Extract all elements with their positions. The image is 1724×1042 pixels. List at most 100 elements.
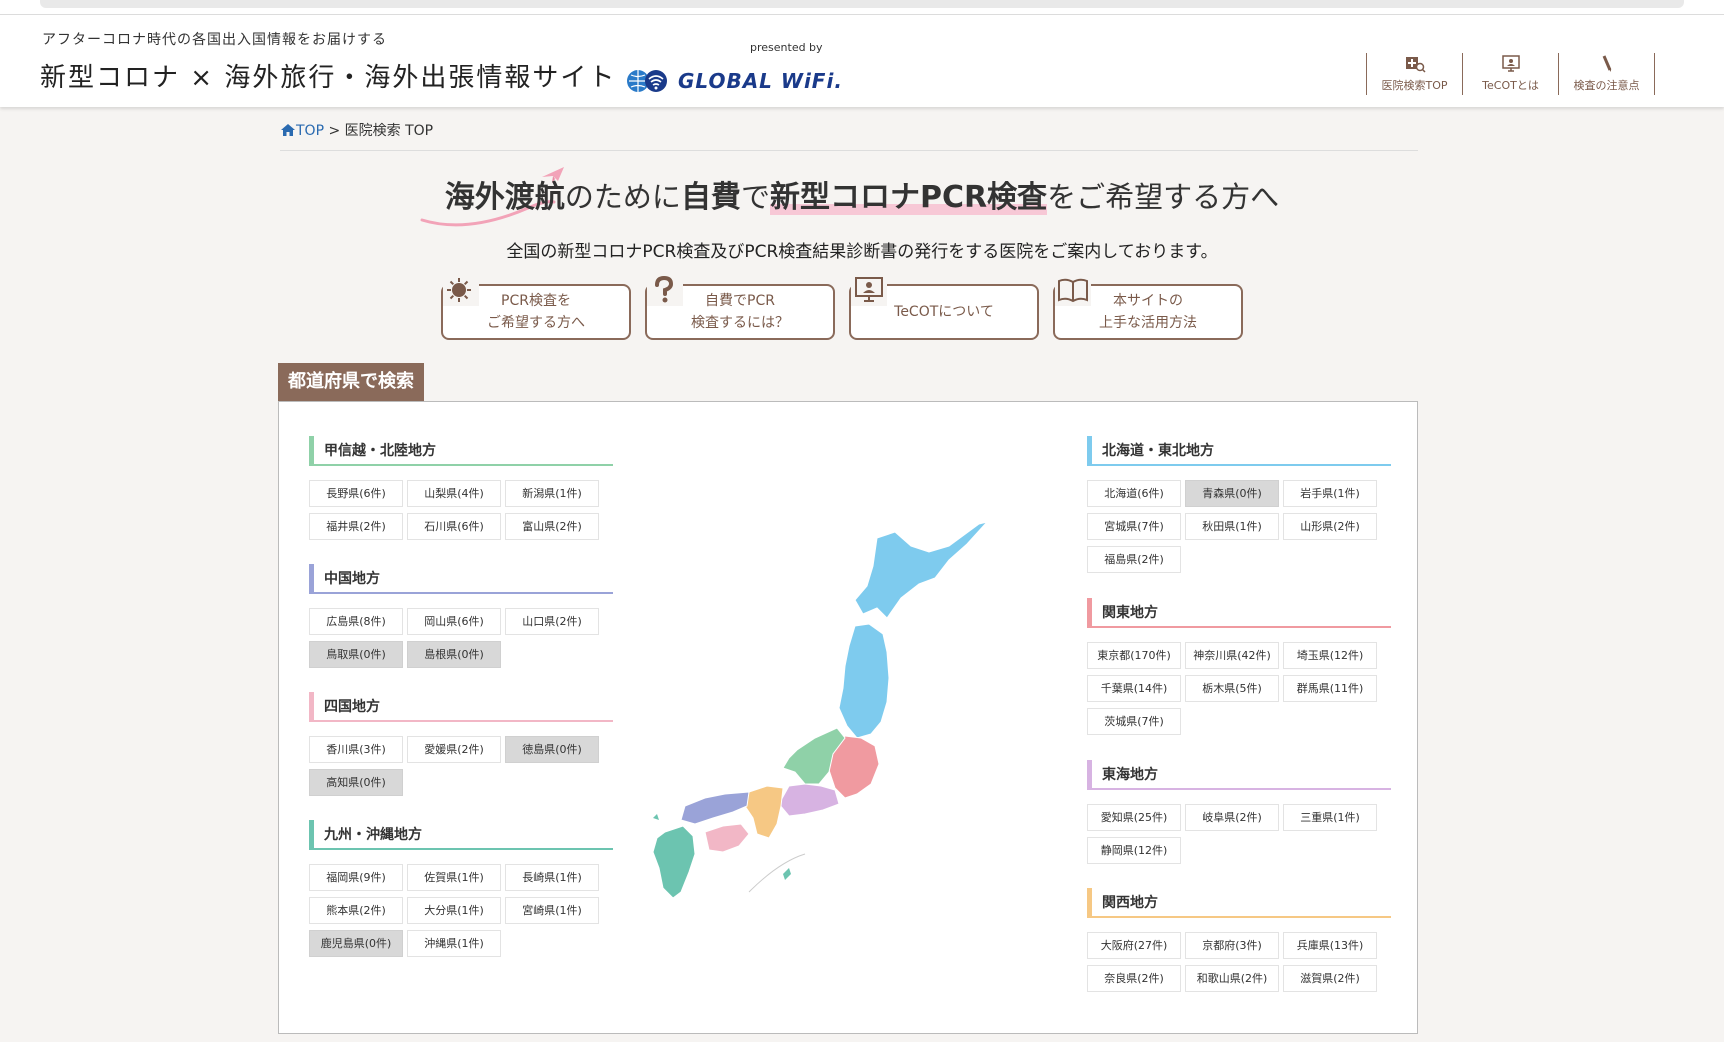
headline-highlight: 新型コロナPCR検査 [769, 180, 1048, 215]
prefecture-button[interactable]: 山口県(2件) [505, 608, 599, 635]
region-title: 東海地方 [1087, 760, 1391, 790]
prefecture-button[interactable]: 沖縄県(1件) [407, 930, 501, 957]
map-hokkaido[interactable] [854, 521, 989, 619]
prefecture-button[interactable]: 高知県(0件) [309, 769, 403, 796]
map-kansai[interactable] [744, 785, 784, 839]
breadcrumb-separator: > [328, 123, 341, 139]
prefecture-button[interactable]: 福井県(2件) [309, 513, 403, 540]
region-block: 北海道・東北地方 北海道(6件) 青森県(0件) 岩手県(1件) 宮城県(7件) 秋田県(… [1087, 436, 1391, 573]
feature-line: ご希望する方へ [487, 315, 585, 331]
prefecture-button[interactable]: 和歌山県(2件) [1185, 965, 1279, 992]
prefecture-button[interactable]: 群馬県(11件) [1283, 675, 1377, 702]
pen-icon [1602, 55, 1611, 72]
prefecture-button[interactable]: 大阪府(27件) [1087, 932, 1181, 959]
feature-button-pcr-wish[interactable]: PCR検査を ご希望する方へ [441, 276, 631, 340]
prefecture-button[interactable]: 福岡県(9件) [309, 864, 403, 891]
region-title: 中国地方 [309, 564, 613, 594]
prefecture-button[interactable]: 宮城県(7件) [1087, 513, 1181, 540]
prefecture-button[interactable]: 青森県(0件) [1185, 480, 1279, 507]
prefecture-button[interactable]: 東京都(170件) [1087, 642, 1181, 669]
prefecture-button[interactable]: 石川県(6件) [407, 513, 501, 540]
prefecture-button[interactable]: 長崎県(1件) [505, 864, 599, 891]
feature-button-usage[interactable]: 本サイトの 上手な活用方法 [1053, 276, 1243, 340]
prefecture-list: 広島県(8件) 岡山県(6件) 山口県(2件) 鳥取県(0件) 島根県(0件) [309, 608, 613, 668]
prefecture-button[interactable]: 千葉県(14件) [1087, 675, 1181, 702]
prefecture-button[interactable]: 茨城県(7件) [1087, 708, 1181, 735]
prefecture-button[interactable]: 山梨県(4件) [407, 480, 501, 507]
nav-test-notes[interactable]: 検査の注意点 [1559, 53, 1655, 95]
scrollbar[interactable] [40, 0, 1684, 8]
prefecture-button[interactable]: 新潟県(1件) [505, 480, 599, 507]
region-title: 四国地方 [309, 692, 613, 722]
map-tohoku[interactable] [838, 623, 890, 739]
prefecture-button[interactable]: 栃木県(5件) [1185, 675, 1279, 702]
prefecture-button[interactable]: 静岡県(12件) [1087, 837, 1181, 864]
nav-hospital-search-top[interactable]: 医院検索TOP [1367, 53, 1463, 95]
prefecture-button[interactable]: 神奈川県(42件) [1185, 642, 1279, 669]
feature-button-tecot[interactable]: TeCOTについて [849, 276, 1039, 340]
headline-part: をご希望する方へ [1047, 180, 1280, 214]
region-block: 四国地方香川県(3件) 愛媛県(2件) 徳島県(0件) 高知県(0件) [309, 692, 613, 796]
region-title: 関西地方 [1087, 888, 1391, 918]
region-block: 関東地方東京都(170件) 神奈川県(42件) 埼玉県(12件) 千葉県(14件) 栃木… [1087, 598, 1391, 735]
prefecture-button[interactable]: 秋田県(1件) [1185, 513, 1279, 540]
region-title: 関東地方 [1087, 598, 1391, 628]
map-kyushu[interactable] [652, 825, 696, 899]
nav-tecot-about[interactable]: TeCOTとは [1463, 53, 1559, 95]
prefecture-button[interactable]: 岡山県(6件) [407, 608, 501, 635]
prefecture-button[interactable]: 福島県(2件) [1087, 546, 1181, 573]
region-block: 九州・沖縄地方 福岡県(9件) 佐賀県(1件) 長崎県(1件) 熊本県(2件) 大分県(1… [309, 820, 613, 957]
prefecture-button[interactable]: 滋賀県(2件) [1283, 965, 1377, 992]
prefecture-button[interactable]: 大分県(1件) [407, 897, 501, 924]
site-tagline: アフターコロナ時代の各国出入国情報をお届けする [42, 32, 387, 48]
prefecture-button[interactable]: 香川県(3件) [309, 736, 403, 763]
site-title[interactable]: 新型コロナ × 海外旅行・海外出張情報サイト [40, 57, 616, 94]
prefecture-button[interactable]: 愛媛県(2件) [407, 736, 501, 763]
prefecture-button[interactable]: 京都府(3件) [1185, 932, 1279, 959]
nav-label: 医院検索TOP [1381, 79, 1448, 92]
region-block: 甲信越・北陸地方 長野県(6件) 山梨県(4件) 新潟県(1件) 福井県(2件) 石川県(… [309, 436, 613, 540]
prefecture-button[interactable]: 佐賀県(1件) [407, 864, 501, 891]
headline-part: 自費 [680, 180, 741, 215]
prefecture-list: 北海道(6件) 青森県(0件) 岩手県(1件) 宮城県(7件) 秋田県(1件) 山形県(2… [1087, 480, 1391, 573]
japan-map[interactable] [649, 502, 1049, 902]
prefecture-button[interactable]: 島根県(0件) [407, 641, 501, 668]
prefecture-button[interactable]: 三重県(1件) [1283, 804, 1377, 831]
feature-buttons: PCR検査を ご希望する方へ 自費でPCR 検査するには？ TeCOTについて 本サ… [441, 275, 1243, 340]
prefecture-button[interactable]: 鹿児島県(0件) [309, 930, 403, 957]
prefecture-button[interactable]: 宮崎県(1件) [505, 897, 599, 924]
browser-top-strip [0, 0, 1724, 15]
prefecture-button[interactable]: 岩手県(1件) [1283, 480, 1377, 507]
breadcrumb-home-link[interactable]: TOP [280, 123, 324, 139]
prefecture-button[interactable]: 熊本県(2件) [309, 897, 403, 924]
region-block: 東海地方愛知県(25件) 岐阜県(2件) 三重県(1件) 静岡県(12件) [1087, 760, 1391, 864]
prefecture-button[interactable]: 徳島県(0件) [505, 736, 599, 763]
global-wifi-logo[interactable]: presented by GLOBAL WiFi. [626, 41, 842, 101]
prefecture-button[interactable]: 埼玉県(12件) [1283, 642, 1377, 669]
map-tokai[interactable] [778, 783, 840, 817]
prefecture-button[interactable]: 富山県(2件) [505, 513, 599, 540]
logo-presented-by: presented by [750, 41, 823, 54]
prefecture-button[interactable]: 兵庫県(13件) [1283, 932, 1377, 959]
prefecture-button[interactable]: 北海道(6件) [1087, 480, 1181, 507]
feature-button-self-pay[interactable]: 自費でPCR 検査するには？ [645, 275, 835, 340]
map-shikoku[interactable] [704, 823, 750, 853]
breadcrumb-current: 医院検索 TOP [344, 123, 434, 139]
globe-wifi-icon [627, 70, 667, 92]
feature-line: 自費でPCR [705, 293, 775, 309]
prefecture-list: 愛知県(25件) 岐阜県(2件) 三重県(1件) 静岡県(12件) [1087, 804, 1391, 864]
breadcrumb-home-label: TOP [296, 123, 325, 139]
prefecture-button[interactable]: 長野県(6件) [309, 480, 403, 507]
prefecture-button[interactable]: 奈良県(2件) [1087, 965, 1181, 992]
region-block: 関西地方大阪府(27件) 京都府(3件) 兵庫県(13件) 奈良県(2件) 和歌山県(2… [1087, 888, 1391, 992]
prefecture-button[interactable]: 岐阜県(2件) [1185, 804, 1279, 831]
map-okinawa[interactable] [783, 868, 791, 880]
prefecture-button[interactable]: 愛知県(25件) [1087, 804, 1181, 831]
site-header: アフターコロナ時代の各国出入国情報をお届けする 新型コロナ × 海外旅行・海外出… [0, 15, 1724, 107]
section-label-prefecture-search: 都道府県で検索 [278, 363, 424, 401]
prefecture-search-panel: 甲信越・北陸地方 長野県(6件) 山梨県(4件) 新潟県(1件) 福井県(2件) 石川県(… [278, 401, 1418, 1034]
prefecture-button[interactable]: 鳥取県(0件) [309, 641, 403, 668]
prefecture-button[interactable]: 広島県(8件) [309, 608, 403, 635]
map-chugoku[interactable] [680, 791, 750, 825]
prefecture-button[interactable]: 山形県(2件) [1283, 513, 1377, 540]
